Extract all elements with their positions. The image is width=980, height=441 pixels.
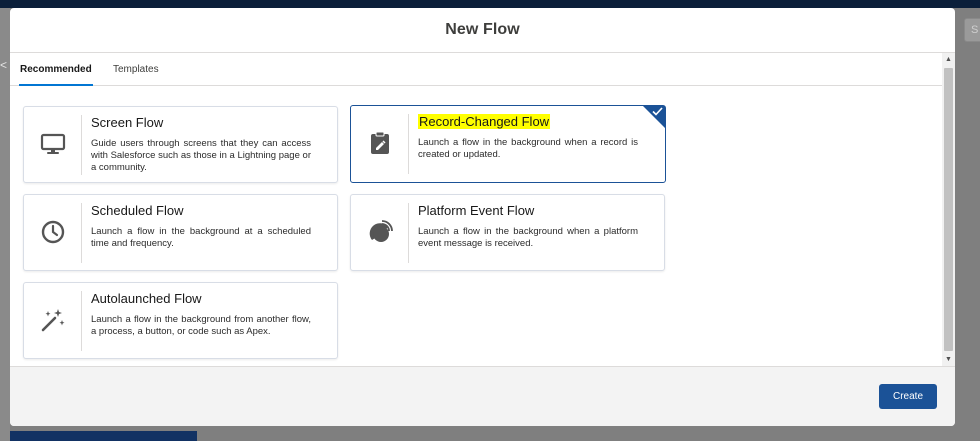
desktop-icon <box>40 133 66 154</box>
background-app-header <box>0 0 980 8</box>
card-divider <box>408 114 409 174</box>
card-title: Record-Changed Flow <box>418 114 551 129</box>
card-description: Launch a flow in the background at a sch… <box>91 226 311 249</box>
background-left-panel <box>0 8 10 441</box>
modal-footer: Create <box>10 366 955 426</box>
tab-recommended[interactable]: Recommended <box>19 64 93 86</box>
card-autolaunched-flow[interactable]: Autolaunched Flow Launch a flow in the b… <box>23 282 338 359</box>
checkmark-icon <box>652 107 663 116</box>
card-divider <box>81 203 82 263</box>
card-description: Launch a flow in the background when a p… <box>418 226 638 249</box>
magic-wand-icon <box>41 309 65 332</box>
card-description: Launch a flow in the background when a r… <box>418 137 638 160</box>
scroll-up-arrow-icon[interactable]: ▲ <box>942 53 955 66</box>
clock-icon <box>41 220 65 244</box>
tab-label: Templates <box>113 64 159 75</box>
card-record-changed-flow[interactable]: Record-Changed Flow Launch a flow in the… <box>350 105 666 183</box>
card-title: Autolaunched Flow <box>91 291 202 306</box>
tab-templates[interactable]: Templates <box>113 64 159 75</box>
card-title: Scheduled Flow <box>91 203 184 218</box>
card-scheduled-flow[interactable]: Scheduled Flow Launch a flow in the back… <box>23 194 338 271</box>
vertical-scrollbar[interactable]: ▲ ▼ <box>942 53 955 366</box>
background-bottom-bar <box>10 431 197 441</box>
card-divider <box>81 291 82 351</box>
card-platform-event-flow[interactable]: Platform Event Flow Launch a flow in the… <box>350 194 665 271</box>
card-title: Platform Event Flow <box>418 203 535 218</box>
clipboard-edit-icon <box>371 131 389 154</box>
card-screen-flow[interactable]: Screen Flow Guide users through screens … <box>23 106 338 183</box>
flow-type-grid: Screen Flow Guide users through screens … <box>10 86 942 366</box>
create-button[interactable]: Create <box>879 384 937 409</box>
card-title: Screen Flow <box>91 115 164 130</box>
modal-body: Recommended Templates Screen Flow Guide … <box>10 53 955 366</box>
card-description: Launch a flow in the background from ano… <box>91 314 311 337</box>
broadcast-icon <box>369 220 393 242</box>
card-divider <box>81 115 82 175</box>
tab-label: Recommended <box>20 64 92 75</box>
scrollbar-thumb[interactable] <box>944 68 953 351</box>
card-description: Guide users through screens that they ca… <box>91 138 311 173</box>
tab-bar: Recommended Templates <box>10 53 942 86</box>
card-divider <box>408 203 409 263</box>
scroll-down-arrow-icon[interactable]: ▼ <box>942 353 955 366</box>
background-button: S <box>964 18 980 42</box>
new-flow-modal: New Flow Recommended Templates Screen Fl… <box>10 8 955 426</box>
modal-header: New Flow <box>10 8 955 53</box>
chevron-left-icon: < <box>0 58 8 72</box>
modal-title: New Flow <box>445 21 520 38</box>
